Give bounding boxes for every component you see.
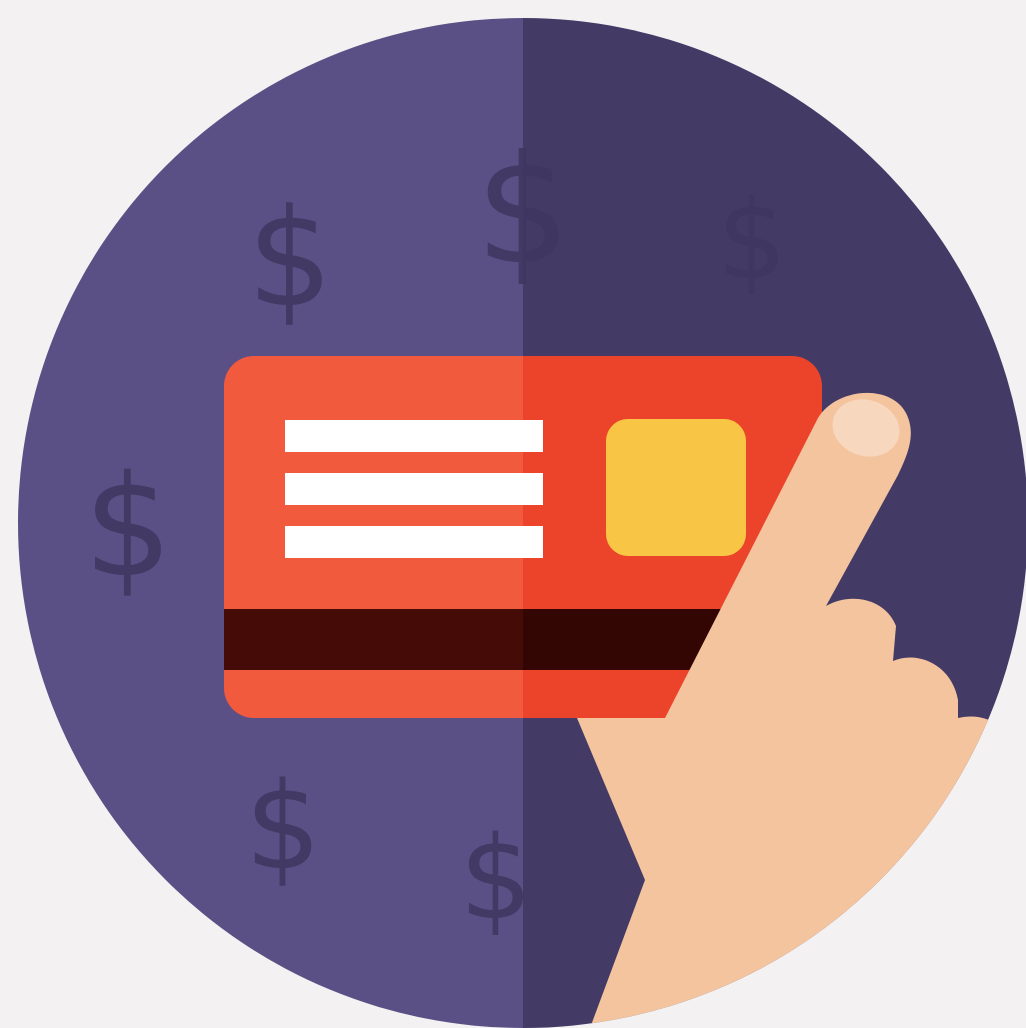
- dollar-sign-icon: $: [245, 758, 321, 897]
- dollar-sign-icon: $: [475, 124, 570, 298]
- dollar-sign-icon: $: [459, 812, 532, 946]
- credit-card-illustration: $ $ $ $ $ $: [0, 0, 1026, 1028]
- payment-icon: $ $ $ $ $ $: [18, 18, 1026, 1028]
- dollar-sign-icon: $: [83, 446, 172, 609]
- dollar-sign-icon: $: [247, 180, 333, 337]
- card-text-line: [285, 420, 543, 452]
- card-text-line: [285, 526, 543, 558]
- dollar-sign-icon: $: [717, 176, 787, 304]
- circle-badge: $ $ $ $ $ $: [18, 18, 1026, 1028]
- card-chip-icon: [606, 419, 746, 556]
- card-text-line: [285, 473, 543, 505]
